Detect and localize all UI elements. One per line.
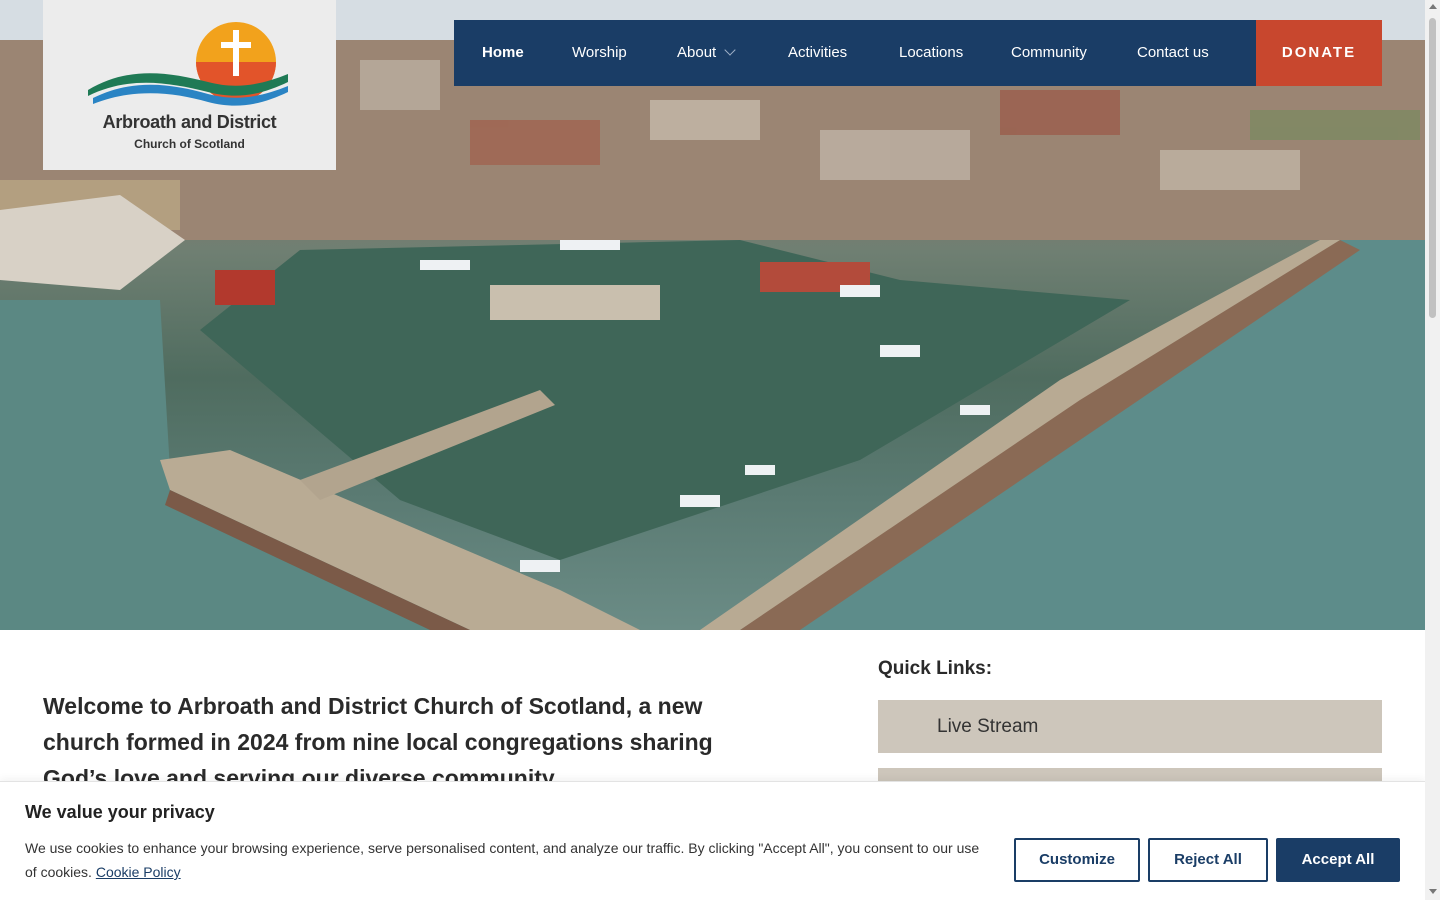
nav-item-worship[interactable]: Worship xyxy=(572,20,627,86)
reject-all-button[interactable]: Reject All xyxy=(1148,838,1268,882)
accept-all-button[interactable]: Accept All xyxy=(1276,838,1400,882)
nav-item-community[interactable]: Community xyxy=(1011,20,1087,86)
nav-item-about[interactable]: About xyxy=(677,20,736,86)
nav-item-about-label: About xyxy=(677,44,717,61)
nav-item-contact[interactable]: Contact us xyxy=(1137,20,1209,86)
logo-title: Arbroath and District xyxy=(102,112,277,132)
quick-link-live-stream[interactable]: Live Stream xyxy=(878,700,1382,753)
cookie-banner: We value your privacy We use cookies to … xyxy=(0,781,1425,900)
scroll-up-icon[interactable] xyxy=(1429,4,1437,9)
cookie-policy-link[interactable]: Cookie Policy xyxy=(96,864,181,880)
quick-links-title: Quick Links: xyxy=(878,658,993,679)
nav-item-activities[interactable]: Activities xyxy=(788,20,847,86)
chevron-down-icon xyxy=(724,44,736,56)
scroll-down-icon[interactable] xyxy=(1429,889,1437,894)
main-navigation: Home Worship About Activities Locations … xyxy=(454,20,1256,86)
church-logo-icon xyxy=(88,22,288,106)
site-logo[interactable]: Arbroath and District Church of Scotland xyxy=(43,0,336,170)
scroll-thumb[interactable] xyxy=(1429,18,1436,318)
cookie-text: We use cookies to enhance your browsing … xyxy=(25,836,985,884)
nav-item-home[interactable]: Home xyxy=(482,20,524,86)
logo-subtitle: Church of Scotland xyxy=(134,137,245,151)
page-scrollbar[interactable] xyxy=(1425,0,1440,900)
welcome-text: Welcome to Arbroath and District Church … xyxy=(43,693,713,791)
nav-item-locations[interactable]: Locations xyxy=(899,20,963,86)
donate-button[interactable]: DONATE xyxy=(1256,20,1382,86)
customize-button[interactable]: Customize xyxy=(1014,838,1140,882)
cookie-title: We value your privacy xyxy=(25,802,215,822)
